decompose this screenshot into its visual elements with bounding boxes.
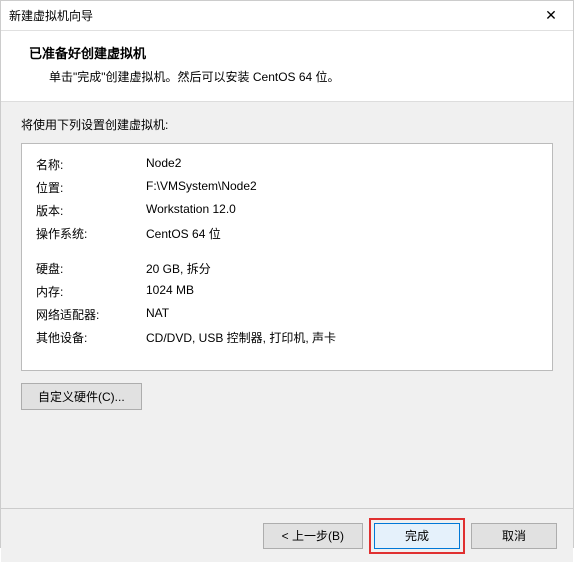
window-title: 新建虚拟机向导 [9, 7, 531, 24]
close-icon: ✕ [545, 7, 557, 24]
value-memory: 1024 MB [146, 283, 538, 300]
customize-hardware-button[interactable]: 自定义硬件(C)... [21, 383, 142, 410]
row-location: 位置: F:\VMSystem\Node2 [36, 179, 538, 196]
wizard-header: 已准备好创建虚拟机 单击"完成"创建虚拟机。然后可以安装 CentOS 64 位… [1, 31, 573, 102]
header-heading: 已准备好创建虚拟机 [29, 43, 553, 62]
value-location: F:\VMSystem\Node2 [146, 179, 538, 196]
label-name: 名称: [36, 156, 146, 173]
finish-highlight: 完成 [369, 518, 465, 554]
row-nic: 网络适配器: NAT [36, 306, 538, 323]
row-name: 名称: Node2 [36, 156, 538, 173]
wizard-body: 将使用下列设置创建虚拟机: 名称: Node2 位置: F:\VMSystem\… [1, 102, 573, 508]
label-nic: 网络适配器: [36, 306, 146, 323]
value-other: CD/DVD, USB 控制器, 打印机, 声卡 [146, 329, 538, 346]
header-subtext: 单击"完成"创建虚拟机。然后可以安装 CentOS 64 位。 [49, 68, 553, 85]
row-other: 其他设备: CD/DVD, USB 控制器, 打印机, 声卡 [36, 329, 538, 346]
wizard-footer: < 上一步(B) 完成 取消 [1, 508, 573, 562]
value-name: Node2 [146, 156, 538, 173]
row-disk: 硬盘: 20 GB, 拆分 [36, 260, 538, 277]
row-memory: 内存: 1024 MB [36, 283, 538, 300]
back-button[interactable]: < 上一步(B) [263, 523, 363, 549]
finish-button[interactable]: 完成 [374, 523, 460, 549]
label-memory: 内存: [36, 283, 146, 300]
value-os: CentOS 64 位 [146, 225, 538, 242]
settings-panel: 名称: Node2 位置: F:\VMSystem\Node2 版本: Work… [21, 143, 553, 371]
titlebar: 新建虚拟机向导 ✕ [1, 1, 573, 31]
label-version: 版本: [36, 202, 146, 219]
body-intro: 将使用下列设置创建虚拟机: [21, 116, 553, 133]
label-other: 其他设备: [36, 329, 146, 346]
cancel-button[interactable]: 取消 [471, 523, 557, 549]
value-version: Workstation 12.0 [146, 202, 538, 219]
label-os: 操作系统: [36, 225, 146, 242]
row-version: 版本: Workstation 12.0 [36, 202, 538, 219]
value-disk: 20 GB, 拆分 [146, 260, 538, 277]
label-location: 位置: [36, 179, 146, 196]
value-nic: NAT [146, 306, 538, 323]
label-disk: 硬盘: [36, 260, 146, 277]
row-os: 操作系统: CentOS 64 位 [36, 225, 538, 242]
close-button[interactable]: ✕ [531, 2, 571, 30]
